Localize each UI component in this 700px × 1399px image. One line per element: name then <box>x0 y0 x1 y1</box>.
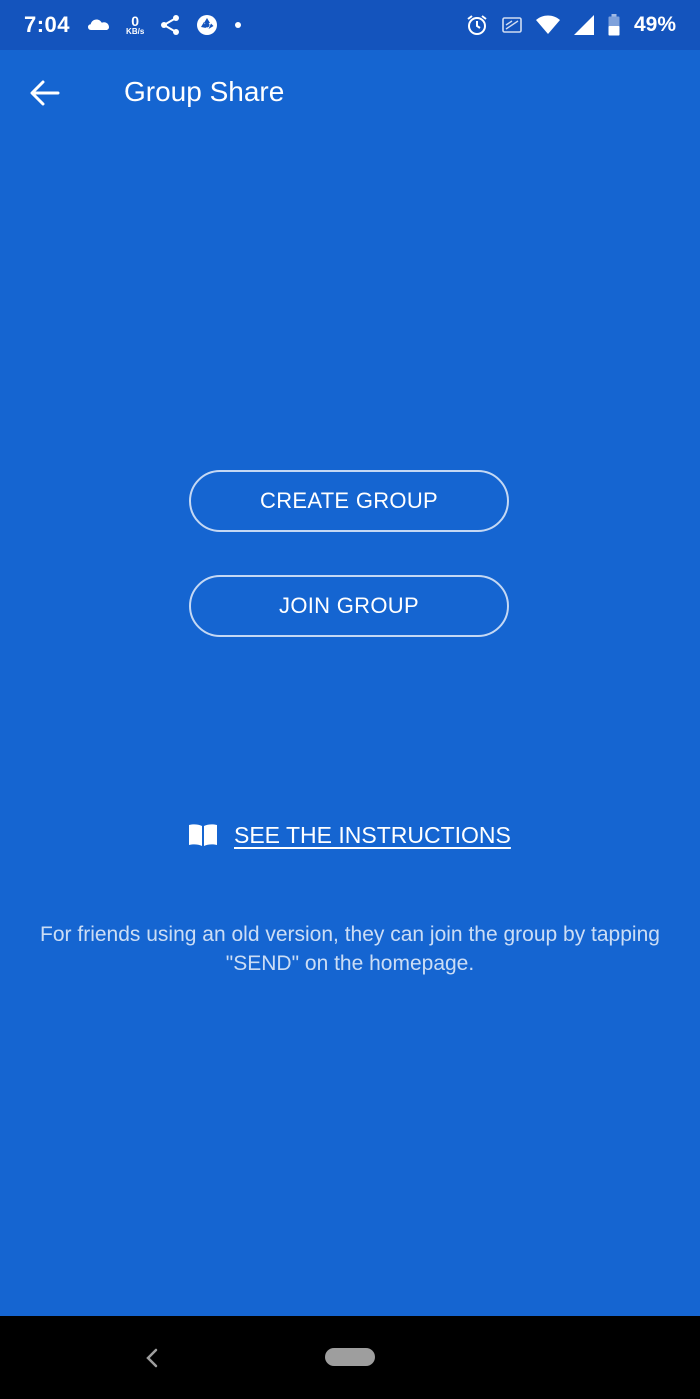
app-bar: Group Share <box>0 50 700 134</box>
page-title: Group Share <box>124 76 285 107</box>
battery-percent: 49% <box>633 13 676 36</box>
nav-home-button[interactable] <box>325 1348 375 1366</box>
status-bar: 7:04 0 KB/s 49% <box>0 0 700 50</box>
data-speed-unit: KB/s <box>126 27 145 36</box>
create-group-button[interactable]: CREATE GROUP <box>189 470 509 532</box>
status-right: 49% <box>466 0 676 50</box>
book-icon <box>188 823 218 847</box>
footer-note: For friends using an old version, they c… <box>40 923 660 975</box>
shutter-icon <box>196 14 218 36</box>
signal-icon <box>573 15 594 35</box>
data-speed-indicator: 0 KB/s <box>126 14 144 36</box>
see-instructions-link[interactable]: SEE THE INSTRUCTIONS <box>188 818 511 852</box>
instructions-label: SEE THE INSTRUCTIONS <box>234 821 511 848</box>
alarm-icon <box>466 14 488 36</box>
status-time: 7:04 <box>24 12 71 37</box>
navigation-bar <box>0 1316 700 1399</box>
data-speed-value: 0 <box>131 13 140 29</box>
wifi-icon <box>535 15 560 35</box>
battery-icon <box>608 14 620 36</box>
share-icon <box>160 14 180 36</box>
nav-back-button[interactable] <box>138 1344 166 1372</box>
cast-icon <box>502 17 522 33</box>
weather-icon <box>88 18 110 32</box>
status-left: 7:04 0 KB/s <box>24 0 258 50</box>
chevron-left-icon <box>146 1348 158 1368</box>
dot-icon <box>234 21 242 29</box>
arrow-left-icon <box>30 80 60 106</box>
back-button[interactable] <box>28 76 62 110</box>
join-group-button[interactable]: JOIN GROUP <box>189 575 509 637</box>
